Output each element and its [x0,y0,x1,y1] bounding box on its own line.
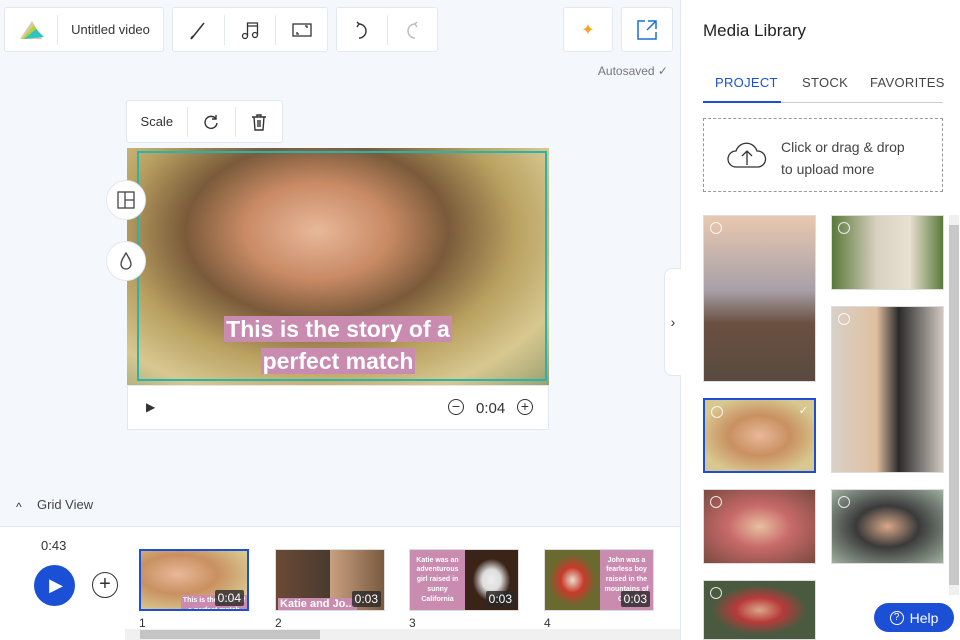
media-thumb[interactable] [831,489,944,564]
upload-text: Click or drag & drop [781,139,905,155]
rotate-icon[interactable] [188,101,236,142]
video-preview[interactable]: This is the story of a perfect match [127,148,549,385]
add-slide-button[interactable]: + [92,572,118,598]
slide-duration: 0:03 [485,591,515,607]
slide-number: 2 [275,616,282,630]
scene-time: 0:04 [476,400,506,417]
upload-dropzone[interactable]: Click or drag & drop to upload more [703,118,943,192]
cloud-upload-icon [727,142,767,168]
zoom-out-icon[interactable]: − [448,399,464,415]
resize-icon[interactable] [276,8,327,51]
panel-title: Media Library [703,21,806,40]
zoom-icon[interactable] [711,406,723,418]
layout-button[interactable] [106,180,146,220]
autosaved-status: Autosaved ✓ [597,64,668,78]
zoom-icon[interactable] [710,587,722,599]
media-thumb[interactable] [831,215,944,290]
chevron-right-icon: › [670,314,676,330]
export-icon [637,19,657,40]
tab-favorites[interactable]: FAVORITES [870,75,945,90]
slide-4[interactable]: John was a fearless boy raised in the mo… [544,549,654,611]
droplet-icon [120,252,132,270]
slide-number: 1 [139,616,146,630]
caption-line-1[interactable]: This is the story of a [224,316,452,342]
delete-icon[interactable] [236,101,282,142]
collapse-panel-button[interactable]: › [664,268,681,376]
help-label: Help [909,609,939,626]
zoom-in-icon[interactable]: + [517,399,533,415]
play-icon[interactable]: ▶ [146,400,155,414]
export-button[interactable] [621,7,673,52]
slide-3[interactable]: Katie was an adventurous girl raised in … [409,549,519,611]
library-scrollbar[interactable] [949,215,959,595]
zoom-icon[interactable] [838,313,850,325]
question-icon: ? [889,610,904,625]
zoom-icon[interactable] [838,222,850,234]
grid-view-label: Grid View [37,497,94,512]
magic-sparkle-button[interactable]: ✦ [563,7,613,52]
slide-duration: 0:04 [214,590,244,606]
chevron-up-icon: ^ [16,500,22,514]
upload-text: to upload more [781,161,875,177]
sparkle-icon: ✦ [581,21,595,39]
undo-icon[interactable] [337,8,387,51]
media-thumb[interactable] [831,306,944,473]
color-button[interactable] [106,241,146,281]
zoom-icon[interactable] [710,222,722,234]
slide-duration: 0:03 [620,591,650,607]
project-title-group: Untitled video [4,7,164,52]
slide-caption: Katie was an adventurous girl raised in … [410,550,465,610]
scale-button[interactable]: Scale [127,114,187,129]
brush-icon[interactable] [173,8,224,51]
play-all-button[interactable]: ▶ [34,565,75,606]
slide-duration: 0:03 [351,591,381,607]
scrollbar-thumb[interactable] [140,630,320,639]
slide-2[interactable]: Katie and Jo... 0:03 [275,549,385,611]
media-thumb[interactable] [703,215,816,382]
media-thumb-selected[interactable]: ✓ [703,398,816,473]
media-library-panel: Media Library PROJECT STOCK FAVORITES Cl… [680,0,960,640]
media-thumb[interactable] [703,580,816,640]
caption-line-2[interactable]: perfect match [260,348,416,374]
help-button[interactable]: ? Help [874,603,954,632]
music-icon[interactable] [225,8,276,51]
redo-icon[interactable] [387,8,437,51]
timeline-scrollbar[interactable] [125,629,680,640]
video-title[interactable]: Untitled video [58,22,163,37]
grid-view-toggle[interactable]: ^ Grid View [0,490,680,527]
tab-stock[interactable]: STOCK [802,75,848,90]
layout-icon [117,191,135,209]
tab-project[interactable]: PROJECT [715,75,778,90]
play-icon: ▶ [49,575,63,595]
slide-number: 4 [544,616,551,630]
check-icon: ✓ [798,405,808,417]
slide-1[interactable]: This is the story of a perfect match 0:04 [139,549,249,611]
zoom-icon[interactable] [838,496,850,508]
slide-number: 3 [409,616,416,630]
zoom-icon[interactable] [710,496,722,508]
app-logo-icon[interactable] [5,8,57,51]
slide-caption: Katie and Jo... [278,598,357,610]
media-thumb[interactable] [703,489,816,564]
playback-bar: ▶ − 0:04 + [127,385,549,430]
total-duration: 0:43 [41,538,67,553]
